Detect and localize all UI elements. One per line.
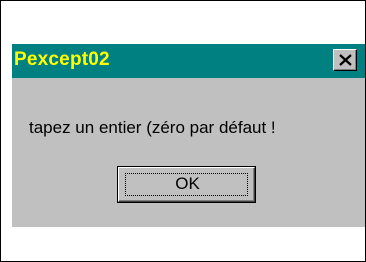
- ok-button-label: OK: [175, 174, 200, 193]
- ok-button-bevel: OK: [118, 167, 255, 202]
- close-x-icon: [339, 54, 352, 66]
- close-button[interactable]: [333, 49, 357, 71]
- message-dialog: Pexcept02 tapez un entier (zéro par défa…: [12, 44, 365, 227]
- dialog-title: Pexcept02: [14, 49, 110, 70]
- screenshot-frame: Pexcept02 tapez un entier (zéro par défa…: [0, 0, 366, 262]
- dialog-titlebar[interactable]: Pexcept02: [12, 44, 365, 78]
- dialog-message: tapez un entier (zéro par défaut !: [29, 118, 276, 137]
- ok-button[interactable]: OK: [117, 166, 256, 203]
